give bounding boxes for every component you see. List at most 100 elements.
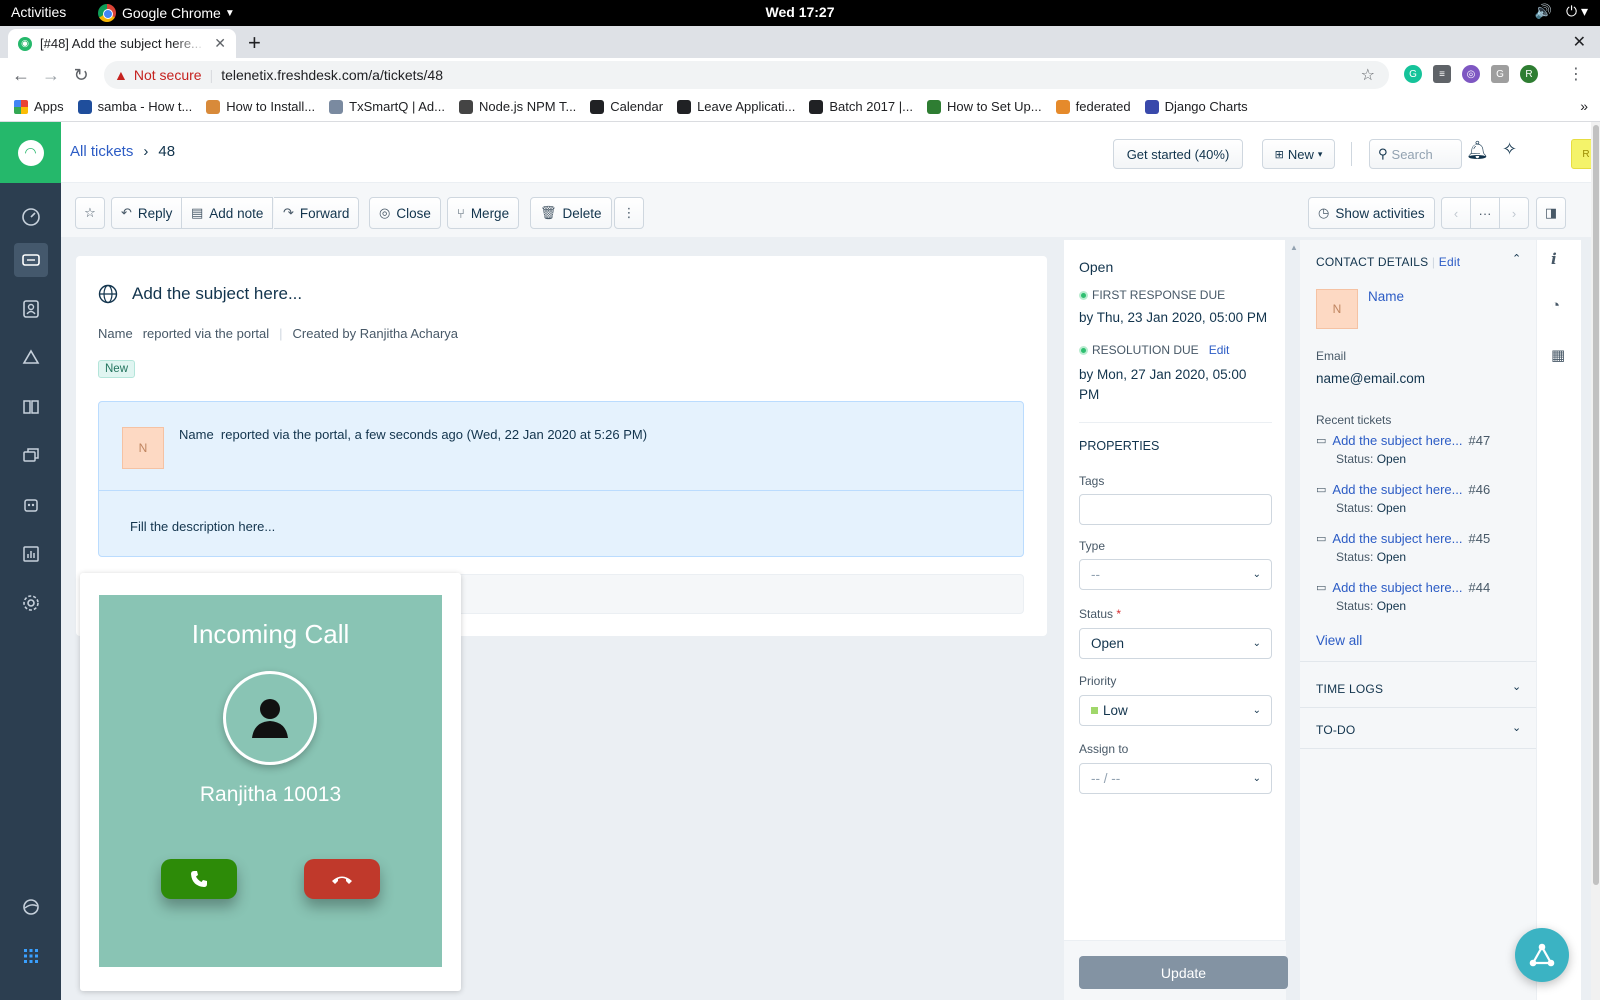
- message-author[interactable]: Name: [179, 427, 214, 442]
- type-select[interactable]: -- ⌄: [1079, 559, 1272, 590]
- assign-select[interactable]: -- / -- ⌄: [1079, 763, 1272, 794]
- browser-tab[interactable]: ◉ [#48] Add the subject here... ✕: [8, 29, 236, 58]
- resolution-edit-link[interactable]: Edit: [1209, 343, 1230, 357]
- scroll-up-arrow-icon[interactable]: ▲: [1290, 243, 1298, 252]
- merge-button[interactable]: ⑂ Merge: [447, 197, 520, 229]
- bookmark-item[interactable]: Calendar: [590, 99, 663, 114]
- search-input[interactable]: ⚲ Search: [1369, 139, 1462, 169]
- contacts-icon[interactable]: [14, 292, 48, 326]
- reporter-name[interactable]: Name: [98, 326, 133, 341]
- info-icon[interactable]: i: [1551, 250, 1557, 268]
- breadcrumb-all-tickets[interactable]: All tickets: [70, 143, 133, 160]
- recent-ticket-subject[interactable]: Add the subject here...: [1332, 580, 1462, 595]
- close-ticket-button[interactable]: ◎ Close: [369, 197, 441, 229]
- recent-ticket-subject[interactable]: Add the subject here...: [1332, 433, 1462, 448]
- contact-edit-link[interactable]: Edit: [1439, 255, 1460, 269]
- update-button[interactable]: Update: [1079, 956, 1288, 989]
- bot-icon[interactable]: [14, 488, 48, 522]
- new-button[interactable]: ⊞ New ▾: [1262, 139, 1335, 169]
- back-button[interactable]: ←: [6, 65, 36, 86]
- priority-select[interactable]: Low ⌄: [1079, 695, 1272, 726]
- bookmark-item[interactable]: Django Charts: [1144, 99, 1248, 114]
- page-scrollbar[interactable]: [1591, 122, 1600, 1000]
- toggle-panel-button[interactable]: ◨: [1536, 197, 1566, 229]
- scrollbar-thumb[interactable]: [1593, 125, 1599, 885]
- tickets-icon[interactable]: [14, 243, 48, 277]
- collapse-chevron-up-icon[interactable]: ⌃: [1512, 252, 1521, 265]
- clock[interactable]: Wed 17:27: [0, 4, 1600, 20]
- recent-ticket-subject[interactable]: Add the subject here...: [1332, 531, 1462, 546]
- profile-icon[interactable]: R: [1520, 65, 1538, 83]
- bookmark-item[interactable]: TxSmartQ | Ad...: [329, 99, 445, 114]
- bookmark-item[interactable]: samba - How t...: [77, 99, 192, 114]
- address-bar[interactable]: ▲ Not secure | telenetix.freshdesk.com/a…: [104, 61, 1389, 89]
- bookmark-item[interactable]: Node.js NPM T...: [459, 99, 576, 114]
- more-actions-button[interactable]: ⋮: [614, 197, 644, 229]
- delete-button[interactable]: 🗑︎ Delete: [530, 197, 612, 229]
- get-started-button[interactable]: Get started (40%): [1113, 139, 1243, 169]
- window-close-icon[interactable]: ✕: [1573, 32, 1586, 52]
- close-tab-icon[interactable]: ✕: [214, 35, 226, 52]
- freshdesk-logo[interactable]: ◠: [0, 122, 61, 183]
- new-tab-button[interactable]: +: [248, 30, 261, 56]
- app-menu[interactable]: Google Chrome ▼: [98, 4, 235, 22]
- bookmark-item[interactable]: How to Install...: [206, 99, 315, 114]
- calendar-icon[interactable]: ▦: [1551, 346, 1565, 364]
- dashboard-icon[interactable]: [14, 200, 48, 234]
- forward-button[interactable]: →: [36, 65, 66, 86]
- freddy-ai-icon[interactable]: ✧: [1502, 139, 1517, 160]
- decline-call-button[interactable]: [304, 859, 380, 899]
- forums-icon[interactable]: [14, 439, 48, 473]
- help-widget-button[interactable]: [1515, 928, 1569, 982]
- bookmark-star-icon[interactable]: ☆: [1361, 65, 1375, 85]
- bookmark-item[interactable]: Leave Applicati...: [677, 99, 795, 114]
- timer-icon[interactable]: ◔: [1551, 297, 1560, 314]
- freshworks-switcher-icon[interactable]: [14, 890, 48, 924]
- browser-menu-icon[interactable]: ⋮: [1568, 64, 1584, 84]
- bookmark-item[interactable]: How to Set Up...: [926, 99, 1042, 114]
- expand-chevron-down-icon[interactable]: ⌄: [1512, 680, 1521, 693]
- bookmark-favicon-icon: [1055, 99, 1070, 114]
- recent-ticket-item[interactable]: ▭ Add the subject here... #47 Status: Open: [1316, 433, 1490, 466]
- knowledge-base-icon[interactable]: [14, 390, 48, 424]
- first-response-heading: FIRST RESPONSE DUE: [1079, 288, 1225, 302]
- bookmark-item[interactable]: Apps: [14, 99, 64, 114]
- accept-call-button[interactable]: [161, 859, 237, 899]
- ticket-nav-more-button[interactable]: ···: [1470, 197, 1500, 229]
- grammarly-icon[interactable]: G: [1404, 65, 1422, 83]
- time-logs-section[interactable]: TIME LOGS: [1316, 682, 1383, 696]
- view-all-link[interactable]: View all: [1316, 633, 1362, 648]
- todo-section[interactable]: TO-DO: [1316, 723, 1355, 737]
- extension-icon[interactable]: G: [1491, 65, 1509, 83]
- bookmark-item[interactable]: federated: [1055, 99, 1131, 114]
- reply-button[interactable]: ↶ Reply: [111, 197, 183, 229]
- add-note-button[interactable]: ▤ Add note: [182, 197, 274, 229]
- activities-button[interactable]: Activities: [11, 4, 66, 20]
- system-menu[interactable]: 🔊 ⏻ ▾: [1535, 3, 1588, 20]
- previous-ticket-button[interactable]: ‹: [1441, 197, 1471, 229]
- expand-chevron-down-icon[interactable]: ⌄: [1512, 721, 1521, 734]
- next-ticket-button[interactable]: ›: [1499, 197, 1529, 229]
- more-horizontal-icon: ···: [1478, 205, 1492, 221]
- star-button[interactable]: ☆: [75, 197, 105, 229]
- recent-ticket-item[interactable]: ▭ Add the subject here... #44 Status: Open: [1316, 580, 1490, 613]
- recent-ticket-item[interactable]: ▭ Add the subject here... #46 Status: Open: [1316, 482, 1490, 515]
- tags-input[interactable]: [1079, 494, 1272, 525]
- reports-icon[interactable]: [14, 537, 48, 571]
- notifications-bell-icon[interactable]: 🔔︎: [1466, 140, 1489, 161]
- groups-icon[interactable]: [14, 341, 48, 375]
- show-activities-button[interactable]: ◷ Show activities: [1308, 197, 1435, 229]
- forward-button[interactable]: ↷ Forward: [274, 197, 360, 229]
- recent-ticket-item[interactable]: ▭ Add the subject here... #45 Status: Open: [1316, 531, 1490, 564]
- status-select[interactable]: Open ⌄: [1079, 628, 1272, 659]
- apps-grid-icon[interactable]: [14, 939, 48, 973]
- bookmark-item[interactable]: Batch 2017 |...: [809, 99, 913, 114]
- recent-ticket-subject[interactable]: Add the subject here...: [1332, 482, 1462, 497]
- settings-gear-icon[interactable]: [14, 586, 48, 620]
- extension-icon[interactable]: ≡: [1433, 65, 1451, 83]
- contact-name-link[interactable]: Name: [1368, 289, 1404, 304]
- bookmarks-overflow-icon[interactable]: »: [1580, 98, 1588, 114]
- extension-icon[interactable]: ◎: [1462, 65, 1480, 83]
- extensions: G ≡ ◎ G R: [1404, 65, 1538, 83]
- reload-button[interactable]: ↻: [66, 65, 96, 86]
